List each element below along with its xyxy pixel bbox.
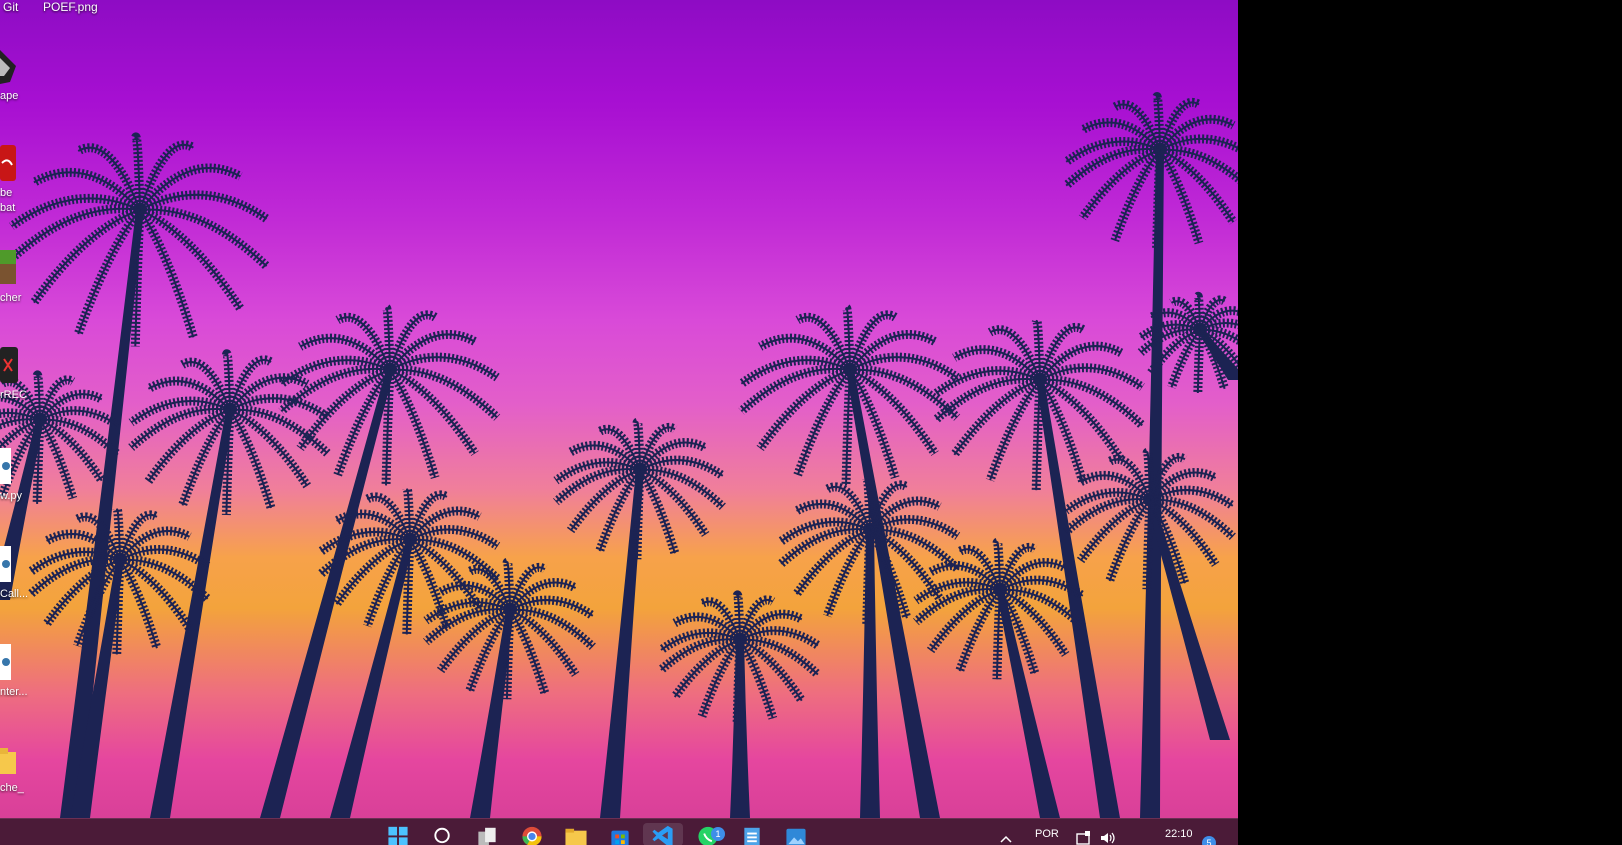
python-file-icon [0, 644, 11, 680]
chrome-icon[interactable] [520, 823, 544, 845]
python-file-icon [0, 546, 11, 582]
inkscape-icon [0, 50, 16, 84]
palm-tree [423, 557, 596, 818]
desktop-icon-python-3[interactable]: nter... [0, 642, 58, 700]
folder-icon[interactable] [564, 823, 588, 845]
palm-tree [913, 537, 1086, 818]
desktop-icon-python-1[interactable]: w.py [0, 446, 58, 504]
minecraft-launcher-icon [0, 250, 16, 284]
palm-tree [318, 484, 501, 818]
desktop-icon-label: nter... [0, 686, 28, 698]
desktop-icon-label: rREC [0, 389, 27, 401]
desktop-icon-label: cher [0, 292, 22, 304]
store-icon[interactable] [608, 823, 632, 845]
notepad-icon[interactable] [740, 823, 764, 845]
desktop-icon-label: ape [0, 90, 19, 102]
volume-icon[interactable] [1100, 831, 1116, 845]
search-icon[interactable] [431, 823, 455, 845]
desktop-wallpaper: Git POEF.png ape be bat cher rREC w.py C… [0, 0, 1238, 845]
network-icon[interactable] [1076, 831, 1092, 845]
desktop-icon-inkscape[interactable]: ape [0, 48, 58, 104]
photos-icon[interactable] [784, 823, 808, 845]
desktop-icon-minecraft[interactable]: cher [0, 248, 58, 306]
taskbar: 1 POR 22:10 5 [0, 818, 1238, 845]
palm-tree [260, 303, 501, 818]
desktop-icon-label: w.py [0, 490, 23, 502]
desktop-icon-screen-recorder[interactable]: rREC [0, 345, 58, 403]
python-file-icon [0, 448, 11, 484]
notification-badge[interactable]: 5 [1202, 836, 1216, 845]
desktop-icon-label: bat [0, 202, 16, 214]
desktop-icon-label: be [0, 187, 13, 199]
desktop-icon-column: ape be bat cher rREC w.py Call... nter..… [0, 0, 60, 818]
desktop-icon-label: che_ [0, 782, 24, 794]
folder-icon [0, 748, 16, 774]
windows-start-icon[interactable] [386, 823, 410, 845]
palm-tree-silhouettes [0, 92, 1238, 818]
whatsapp-badge: 1 [711, 827, 725, 841]
offscreen-black-area [1238, 0, 1622, 845]
clock-time[interactable]: 22:10 [1165, 828, 1193, 840]
desktop-icon-acrobat[interactable]: be bat [0, 143, 58, 216]
chevron-up-icon[interactable] [1000, 834, 1012, 844]
desktop-icon-folder[interactable]: che_ [0, 746, 58, 796]
screen-recorder-icon [0, 347, 18, 383]
language-indicator[interactable]: POR [1035, 828, 1059, 840]
desktop-icon-label: Call... [0, 588, 29, 600]
desktop-icon-python-2[interactable]: Call... [0, 544, 58, 602]
vscode-icon[interactable] [651, 823, 675, 845]
palm-tree [128, 349, 331, 818]
palm-tree [657, 590, 822, 818]
acrobat-icon [0, 145, 16, 181]
task-view-icon[interactable] [475, 823, 499, 845]
